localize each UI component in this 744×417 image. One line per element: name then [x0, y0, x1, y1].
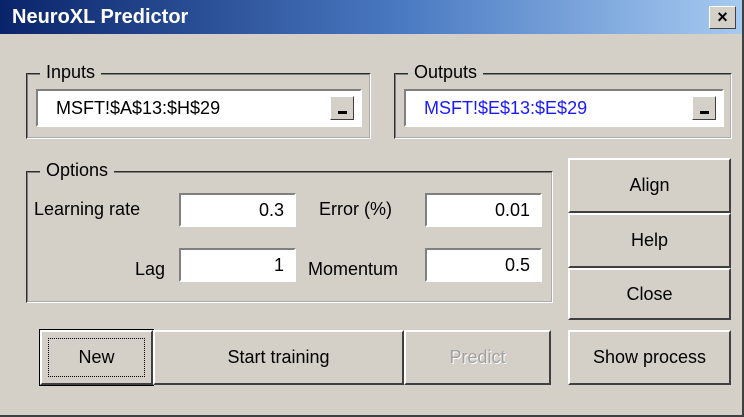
- outputs-legend: Outputs: [408, 62, 484, 83]
- window-title: NeuroXL Predictor: [12, 6, 189, 28]
- outputs-range-value: MSFT!$E$13:$E$29: [424, 98, 588, 118]
- inputs-legend: Inputs: [40, 62, 102, 83]
- predict-button[interactable]: Predict: [404, 330, 551, 385]
- outputs-range-field[interactable]: MSFT!$E$13:$E$29: [404, 89, 724, 127]
- outputs-collapse-button[interactable]: [692, 96, 716, 120]
- inputs-collapse-button[interactable]: [330, 96, 354, 120]
- close-button[interactable]: Close: [568, 268, 731, 320]
- momentum-field[interactable]: 0.5: [425, 248, 542, 282]
- learning-rate-field[interactable]: 0.3: [179, 193, 296, 227]
- lag-label: Lag: [135, 259, 166, 279]
- lag-field[interactable]: 1: [179, 248, 296, 282]
- inputs-range-field[interactable]: MSFT!$A$13:$H$29: [36, 89, 362, 127]
- start-training-button[interactable]: Start training: [153, 330, 404, 385]
- help-button[interactable]: Help: [568, 213, 731, 268]
- learning-rate-label: Learning rate: [34, 199, 141, 219]
- inputs-range-value: MSFT!$A$13:$H$29: [56, 98, 221, 118]
- error-label: Error (%): [319, 199, 392, 219]
- momentum-label: Momentum: [308, 259, 399, 279]
- show-process-button[interactable]: Show process: [568, 330, 731, 385]
- new-button[interactable]: New: [39, 329, 154, 386]
- predictor-dialog: NeuroXL Predictor × Inputs MSFT!$A$13:$H…: [0, 0, 744, 417]
- options-group: Options Learning rate 0.3 Error (%) 0.01…: [26, 160, 553, 303]
- window-close-button[interactable]: ×: [709, 6, 736, 29]
- inputs-group: Inputs MSFT!$A$13:$H$29: [26, 62, 371, 139]
- title-bar[interactable]: NeuroXL Predictor ×: [0, 0, 742, 34]
- outputs-group: Outputs MSFT!$E$13:$E$29: [394, 62, 732, 139]
- error-field[interactable]: 0.01: [425, 193, 542, 227]
- new-button-label: New: [78, 347, 115, 367]
- options-legend: Options: [40, 160, 115, 181]
- align-button[interactable]: Align: [568, 158, 731, 213]
